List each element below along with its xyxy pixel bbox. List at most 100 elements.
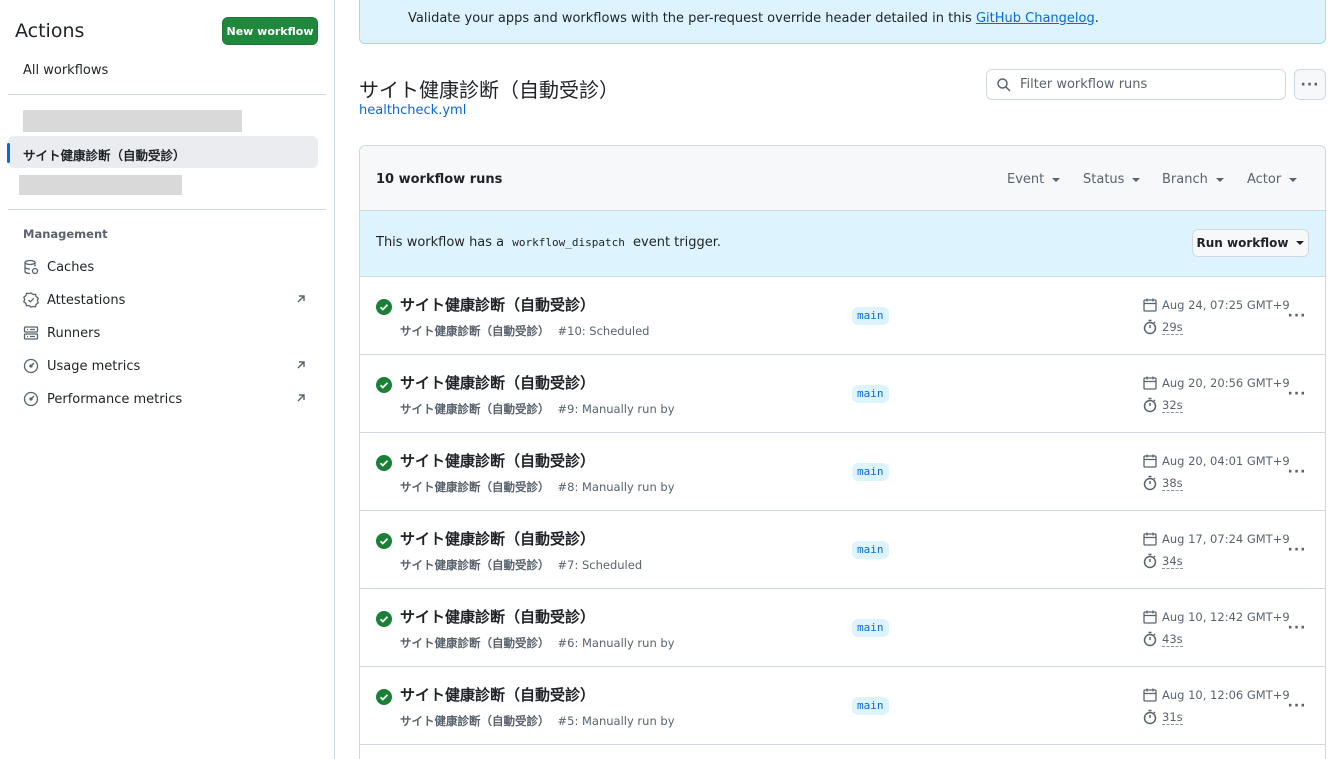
kebab-horizontal-icon: ··· (1300, 76, 1320, 93)
run-subtitle: サイト健康診断（自動受診） #7: Scheduled (400, 557, 642, 573)
run-subtitle: サイト健康診断（自動受診） #5: Manually run by (400, 713, 675, 729)
sidebar-item-label: サイト健康診断（自動受診） (23, 148, 186, 163)
table-row[interactable]: サイト健康診断（自動受診） サイト健康診断（自動受診） #10: Scheduled… (360, 277, 1325, 355)
run-duration: 31s (1142, 709, 1183, 725)
stopwatch-icon (1142, 475, 1158, 491)
sidebar-item-runners[interactable]: Runners (23, 323, 318, 343)
sidebar-divider (8, 209, 326, 210)
run-title-link[interactable]: サイト健康診断（自動受診） (400, 606, 595, 627)
run-more-button[interactable]: ··· (1284, 693, 1310, 719)
run-more-button[interactable]: ··· (1284, 537, 1310, 563)
table-row[interactable]: サイト健康診断（自動受診） サイト健康診断（自動受診） #5: Manually r… (360, 667, 1325, 745)
stopwatch-icon (1142, 709, 1158, 725)
check-circle-icon (376, 299, 392, 315)
sidebar-divider (8, 94, 326, 95)
calendar-icon (1142, 609, 1158, 625)
table-row[interactable]: サイト健康診断（自動受診） サイト健康診断（自動受診） #7: Scheduled m… (360, 511, 1325, 589)
caret-down-icon (1296, 241, 1305, 245)
run-workflow-name: サイト健康診断（自動受診） (400, 636, 550, 650)
run-title-link[interactable]: サイト健康診断（自動受診） (400, 372, 595, 393)
banner-message: Validate your apps and workflows with th… (408, 11, 976, 26)
actor-filter[interactable]: Actor (1247, 172, 1298, 187)
run-workflow-button[interactable]: Run workflow (1192, 229, 1309, 257)
status-filter[interactable]: Status (1083, 172, 1141, 187)
run-date-text: Aug 24, 07:25 GMT+9 (1162, 298, 1290, 312)
kebab-horizontal-icon: ··· (1287, 308, 1307, 324)
run-date: Aug 20, 20:56 GMT+9 (1142, 375, 1290, 391)
run-duration-text: 31s (1162, 709, 1183, 725)
sidebar-item-caches[interactable]: Caches (23, 257, 318, 277)
run-workflow-name: サイト健康診断（自動受診） (400, 558, 550, 572)
search-input[interactable] (1020, 77, 1260, 92)
run-duration-text: 38s (1162, 475, 1183, 491)
caret-down-icon (1132, 177, 1141, 182)
branch-badge[interactable]: main (852, 541, 889, 559)
run-title-link[interactable]: サイト健康診断（自動受診） (400, 684, 595, 705)
stopwatch-icon (1142, 319, 1158, 335)
active-indicator (7, 143, 10, 163)
kebab-horizontal-icon: ··· (1287, 464, 1307, 480)
run-duration: 29s (1142, 319, 1183, 335)
filter-workflow-runs[interactable] (986, 69, 1286, 100)
event-filter[interactable]: Event (1007, 172, 1061, 187)
run-detail: #5: Manually run by (557, 714, 675, 728)
meter-icon (23, 391, 39, 407)
run-duration: 34s (1142, 553, 1183, 569)
changelog-banner: Validate your apps and workflows with th… (359, 0, 1326, 44)
run-title-link[interactable]: サイト健康診断（自動受診） (400, 528, 595, 549)
run-more-button[interactable]: ··· (1284, 459, 1310, 485)
workflow-file-link[interactable]: healthcheck.yml (359, 103, 466, 118)
table-row[interactable]: サイト健康診断（自動受診） サイト健康診断（自動受診） #9: Manually r… (360, 355, 1325, 433)
stopwatch-icon (1142, 631, 1158, 647)
run-date-text: Aug 10, 12:42 GMT+9 (1162, 610, 1290, 624)
run-date: Aug 10, 12:06 GMT+9 (1142, 687, 1290, 703)
branch-filter[interactable]: Branch (1162, 172, 1224, 187)
check-circle-icon (376, 455, 392, 471)
more-options-button[interactable]: ··· (1294, 69, 1326, 100)
verified-icon (23, 292, 39, 308)
branch-badge[interactable]: main (852, 697, 889, 715)
redacted-workflow-item[interactable] (19, 175, 182, 195)
table-row[interactable]: サイト健康診断（自動受診） サイト健康診断（自動受診） #8: Manually r… (360, 433, 1325, 511)
branch-badge[interactable]: main (852, 619, 889, 637)
sidebar: Actions New workflow All workflows サイト健康… (0, 0, 335, 759)
kebab-horizontal-icon: ··· (1287, 620, 1307, 636)
workflow-runs-list: 10 workflow runs Event Status Branch Act… (359, 145, 1326, 759)
redacted-workflow-item[interactable] (23, 110, 242, 132)
branch-badge[interactable]: main (852, 385, 889, 403)
search-icon (996, 77, 1012, 93)
run-subtitle: サイト健康診断（自動受診） #10: Scheduled (400, 323, 649, 339)
external-link-icon (294, 391, 308, 405)
run-title-link[interactable]: サイト健康診断（自動受診） (400, 294, 595, 315)
sidebar-title: Actions (15, 20, 85, 42)
sidebar-item-performance-metrics[interactable]: Performance metrics (23, 389, 318, 409)
calendar-icon (1142, 297, 1158, 313)
run-more-button[interactable]: ··· (1284, 381, 1310, 407)
run-duration-text: 34s (1162, 553, 1183, 569)
run-duration-text: 43s (1162, 631, 1183, 647)
run-title-link[interactable]: サイト健康診断（自動受診） (400, 450, 595, 471)
sidebar-item-label: Attestations (47, 292, 126, 308)
branch-filter-label: Branch (1162, 172, 1208, 187)
sidebar-item-attestations[interactable]: Attestations (23, 290, 318, 310)
run-date: Aug 24, 07:25 GMT+9 (1142, 297, 1290, 313)
run-workflow-name: サイト健康診断（自動受診） (400, 480, 550, 494)
stopwatch-icon (1142, 553, 1158, 569)
run-date-text: Aug 20, 04:01 GMT+9 (1162, 454, 1290, 468)
banner-text: Validate your apps and workflows with th… (408, 11, 1099, 26)
branch-badge[interactable]: main (852, 463, 889, 481)
meter-icon (23, 358, 39, 374)
run-more-button[interactable]: ··· (1284, 303, 1310, 329)
run-more-button[interactable]: ··· (1284, 615, 1310, 641)
dispatch-notice: This workflow has a workflow_dispatch ev… (360, 211, 1325, 277)
run-date: Aug 10, 12:42 GMT+9 (1142, 609, 1290, 625)
page-title: サイト健康診断（自動受診） (359, 78, 619, 102)
kebab-horizontal-icon: ··· (1287, 386, 1307, 402)
table-row[interactable]: サイト健康診断（自動受診） サイト健康診断（自動受診） #6: Manually r… (360, 589, 1325, 667)
github-changelog-link[interactable]: GitHub Changelog (976, 11, 1095, 26)
sidebar-item-all-workflows[interactable]: All workflows (23, 63, 108, 78)
new-workflow-button[interactable]: New workflow (222, 17, 318, 45)
branch-badge[interactable]: main (852, 307, 889, 325)
sidebar-item-usage-metrics[interactable]: Usage metrics (23, 356, 318, 376)
run-workflow-name: サイト健康診断（自動受診） (400, 324, 550, 338)
